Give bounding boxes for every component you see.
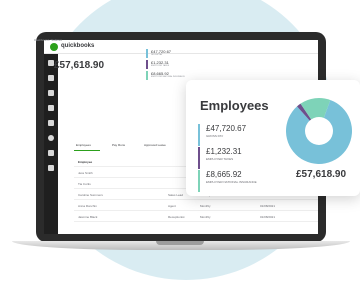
column-header-employee: Employee [78, 160, 93, 164]
total-amount: £57,618.90 [54, 60, 105, 71]
employee-role: Agent [168, 204, 176, 208]
tab-employees[interactable]: Employees [76, 143, 91, 147]
active-tab-indicator [74, 150, 100, 151]
leaf-icon[interactable] [48, 150, 54, 156]
summary-label: EMPLOYER NATIONAL INSURANCE [151, 76, 185, 78]
summary-item: £1,232.31 EMPLOYER TAXES [146, 60, 185, 69]
legend-label: EMPLOYER NATIONAL INSURANCE [206, 180, 257, 184]
shield-icon[interactable] [48, 75, 54, 81]
card-title: Employees [200, 98, 269, 113]
employee-name: Jasmine Black [78, 215, 98, 219]
folder-icon[interactable] [48, 105, 54, 111]
document-icon[interactable] [48, 165, 54, 171]
pay-frequency: Monthly [200, 215, 211, 219]
employee-name: Caroline Summers [78, 193, 103, 197]
pay-date: 01/08/2021 [260, 204, 276, 208]
summary-item: £8,665.92 EMPLOYER NATIONAL INSURANCE [146, 71, 185, 80]
employee-name: Jess Smith [78, 171, 93, 175]
card-total: £57,618.90 [296, 169, 347, 180]
chart-icon[interactable] [48, 90, 54, 96]
donut-chart [286, 98, 352, 164]
laptop-notch [156, 241, 204, 245]
tab-approved-leave[interactable]: Approved Leave [144, 143, 166, 147]
pay-frequency: Monthly [200, 204, 211, 208]
employees-card: Employees £47,720.67 GROSS PAY £1,232.31… [186, 80, 360, 196]
table-row[interactable]: Anna Ronchin Agent Monthly 01/08/2021 [74, 200, 318, 211]
summary-legend: £47,720.67 GROSS PAY £1,232.31 EMPLOYER … [146, 49, 185, 82]
donut-hole [305, 117, 333, 145]
employee-name: Anna Ronchin [78, 204, 97, 208]
app-logo-text: quickbooks [61, 43, 95, 49]
table-row[interactable]: Jasmine Black Receptionist Monthly 01/08… [74, 211, 318, 222]
summary-label: EMPLOYER TAXES [151, 65, 170, 67]
employee-name: Tia Curtis [78, 182, 91, 186]
tab-pay-runs[interactable]: Pay Runs [112, 143, 125, 147]
plane-icon[interactable] [48, 120, 54, 126]
employee-role: Receptionist [168, 215, 185, 219]
breadcrumb[interactable]: Dashboard / Salaries [34, 38, 62, 42]
sidebar [44, 54, 58, 234]
clock-icon[interactable] [48, 135, 54, 141]
employee-role: Sales Lead [168, 193, 184, 197]
summary-label: GROSS PAY [151, 54, 163, 56]
summary-item: £47,720.67 GROSS PAY [146, 49, 185, 58]
quickbooks-logo-icon [50, 43, 58, 51]
pay-date: 01/08/2021 [260, 215, 276, 219]
